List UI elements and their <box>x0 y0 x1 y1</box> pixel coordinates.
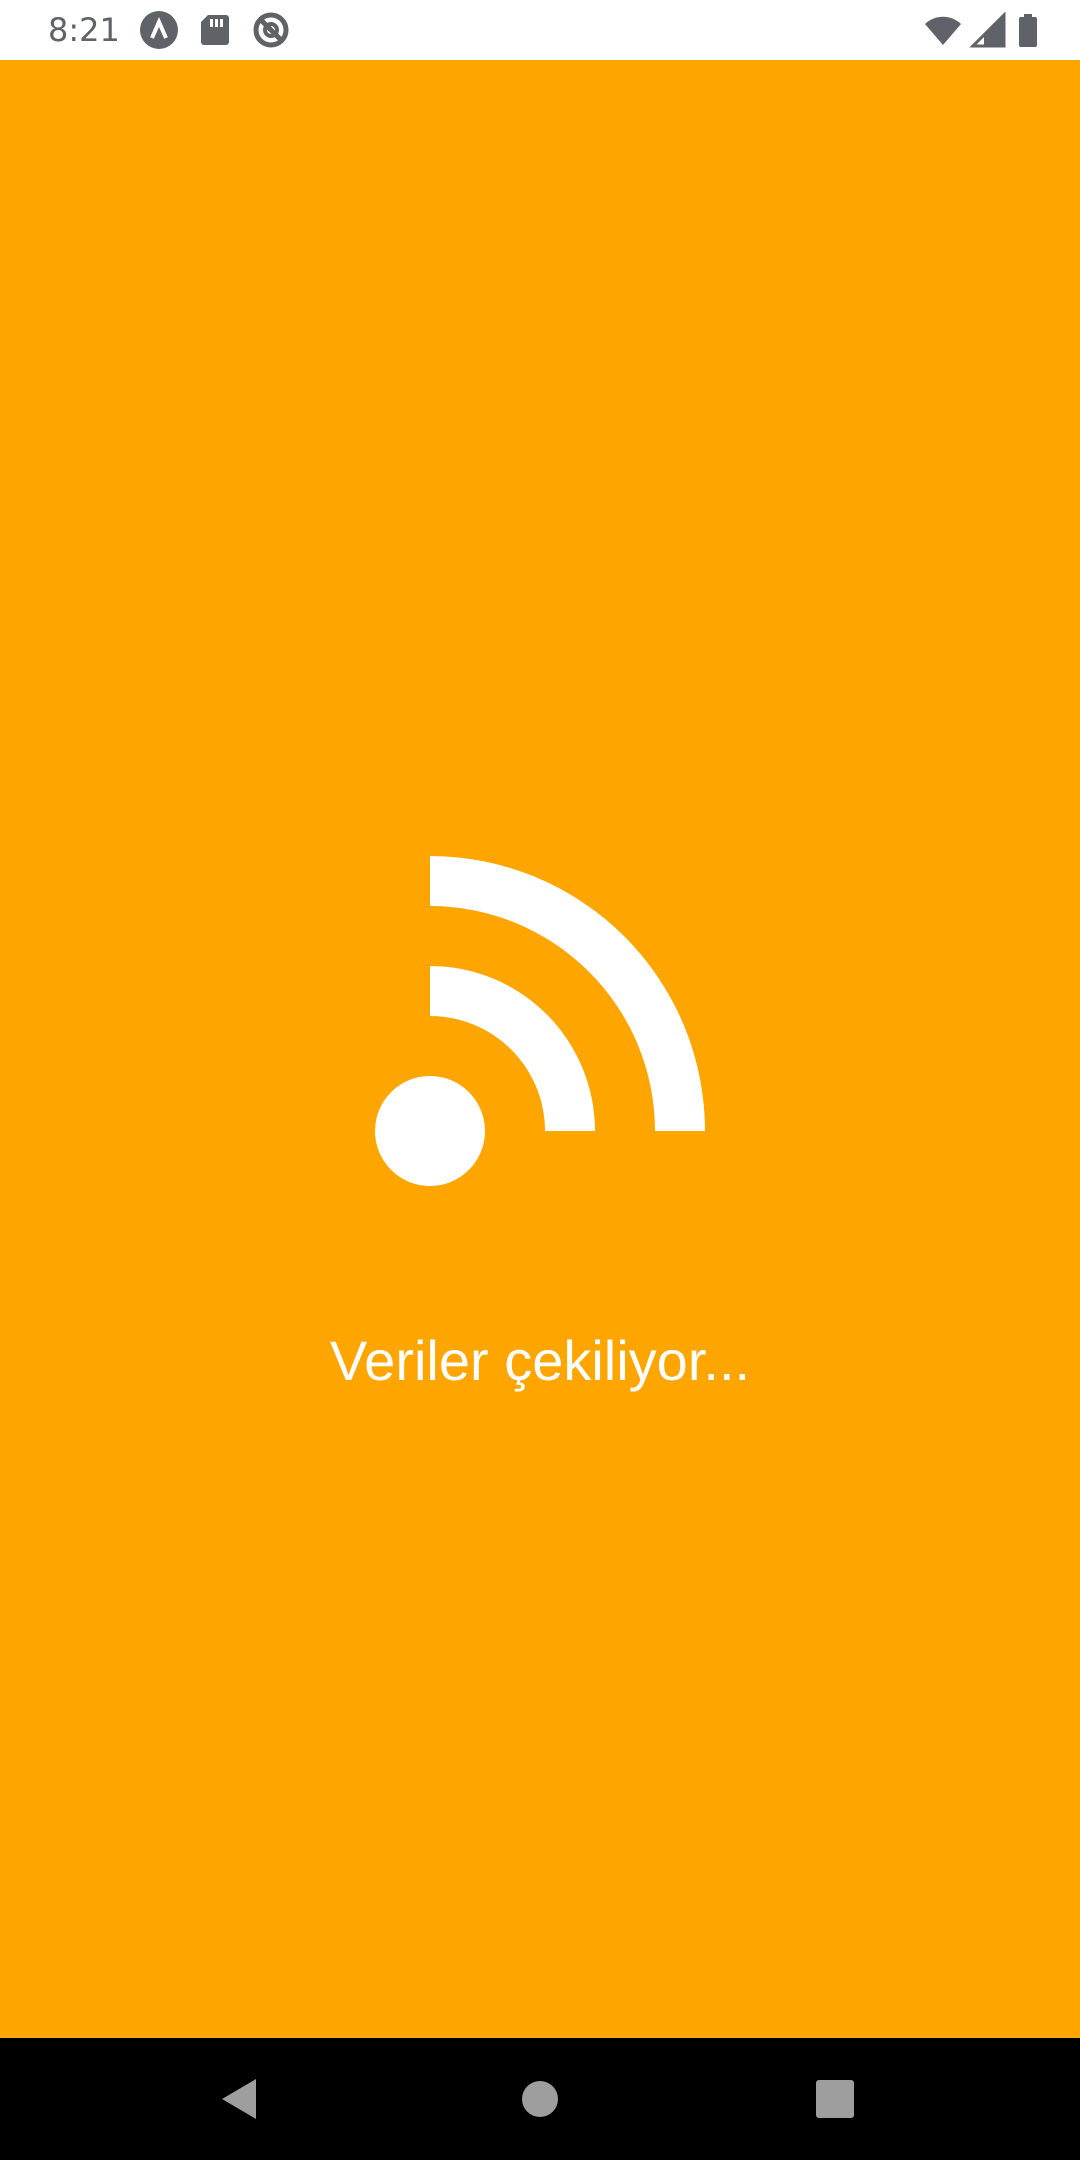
status-time: 8:21 <box>48 11 120 49</box>
status-bar: 8:21 <box>0 0 1080 60</box>
screen: 8:21 Veriler çekiliyor... <box>0 0 1080 2160</box>
sd-card-icon <box>196 11 234 49</box>
loading-text: Veriler çekiliyor... <box>329 1329 751 1392</box>
notification-a-icon <box>140 11 178 49</box>
wifi-icon <box>924 12 962 50</box>
status-right-icons <box>924 11 1040 50</box>
back-icon <box>222 2079 256 2119</box>
back-button[interactable] <box>210 2069 270 2129</box>
recents-button[interactable] <box>805 2069 865 2129</box>
loading-content: Veriler çekiliyor... <box>0 60 1080 2038</box>
recents-icon <box>816 2080 854 2118</box>
navigation-bar <box>0 2038 1080 2160</box>
cellular-signal-icon <box>969 11 1008 50</box>
rss-feed-icon <box>370 856 710 1196</box>
status-left-icons <box>140 11 290 49</box>
home-button[interactable] <box>510 2069 570 2129</box>
battery-icon <box>1016 12 1040 50</box>
no-sync-icon <box>252 11 290 49</box>
home-icon <box>522 2081 558 2117</box>
